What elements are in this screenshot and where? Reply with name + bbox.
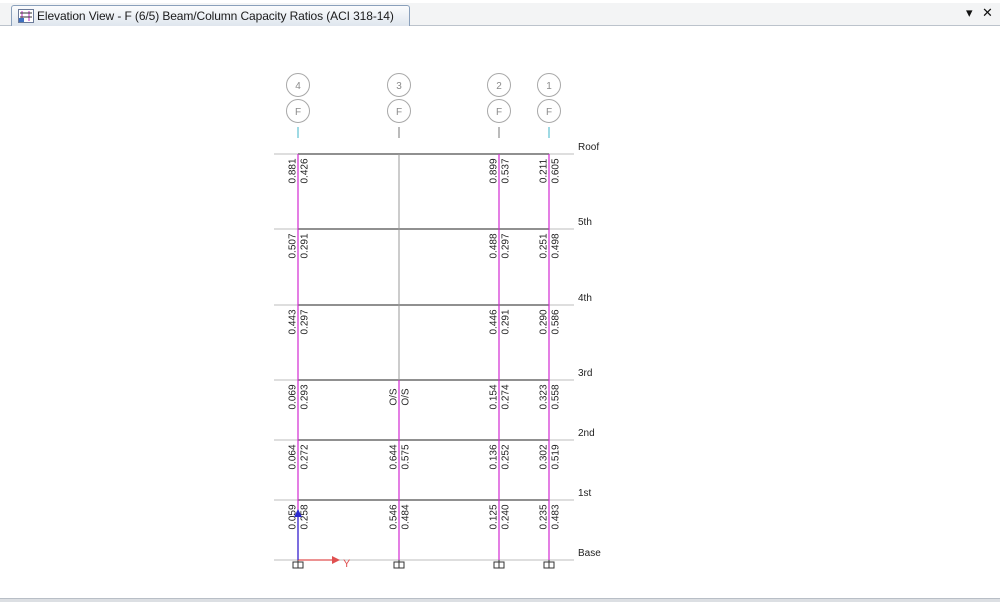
capacity-ratio-label: 0.290 [539, 309, 550, 334]
capacity-ratio-label: 0.297 [300, 309, 311, 334]
close-view-icon[interactable]: ✕ [982, 6, 993, 20]
capacity-ratio-label: 0.484 [401, 504, 412, 529]
capacity-ratio-label: 0.293 [300, 384, 311, 409]
story-label: 3rd [578, 368, 592, 379]
capacity-ratio-label: 0.272 [300, 444, 311, 469]
grid-label: 4 [295, 81, 301, 92]
view-menu-dropdown-icon[interactable]: ▾ [966, 6, 973, 20]
document-tab-bar: Elevation View - F (6/5) Beam/Column Cap… [0, 0, 1000, 26]
tab-title: Elevation View - F (6/5) Beam/Column Cap… [37, 9, 394, 23]
story-label: 4th [578, 293, 592, 304]
capacity-ratio-label: 0.136 [489, 444, 500, 469]
capacity-ratio-label: 0.064 [288, 444, 299, 469]
capacity-ratio-label: 0.507 [288, 233, 299, 258]
capacity-ratio-label: 0.252 [501, 444, 512, 469]
capacity-ratio-label: 0.251 [539, 233, 550, 258]
capacity-ratio-label: 0.537 [501, 158, 512, 183]
grid-label: 3 [396, 81, 402, 92]
capacity-ratio-label: 0.125 [489, 504, 500, 529]
capacity-ratio-label: 0.297 [501, 233, 512, 258]
capacity-ratio-label: 0.291 [501, 309, 512, 334]
capacity-ratio-label: 0.240 [501, 504, 512, 529]
capacity-ratio-label: 0.302 [539, 444, 550, 469]
capacity-ratio-label: 0.558 [551, 384, 562, 409]
story-label: 5th [578, 217, 592, 228]
capacity-ratio-label: 0.426 [300, 158, 311, 183]
capacity-ratio-label: 0.575 [401, 444, 412, 469]
capacity-ratio-label: 0.519 [551, 444, 562, 469]
story-label: 1st [578, 488, 592, 499]
elevation-canvas[interactable]: Roof 5th 4th 3rd 2nd 1st Base 4 F 3 F 2 F 1 F 0.881 0.42… [0, 26, 1000, 598]
capacity-ratio-label: 0.586 [551, 309, 562, 334]
y-axis-label: Y [343, 558, 351, 570]
capacity-ratio-label: 0.498 [551, 233, 562, 258]
capacity-ratio-label: 0.154 [489, 384, 500, 409]
capacity-ratio-label: 0.881 [288, 158, 299, 183]
capacity-ratio-label: 0.644 [389, 444, 400, 469]
capacity-ratio-label: 0.323 [539, 384, 550, 409]
capacity-ratio-label: 0.483 [551, 504, 562, 529]
capacity-ratio-label: 0.446 [489, 309, 500, 334]
capacity-ratio-label: 0.274 [501, 384, 512, 409]
tab-bar-highlight [0, 0, 1000, 3]
capacity-ratio-label: O/S [401, 388, 412, 406]
grid-label: 1 [546, 81, 552, 92]
capacity-ratio-label: 0.235 [539, 504, 550, 529]
grid-letter-label: F [496, 107, 502, 118]
elevation-view-icon [18, 9, 34, 23]
grid-label: 2 [496, 81, 502, 92]
capacity-ratio-label: 0.899 [489, 158, 500, 183]
grid-letter-label: F [295, 107, 301, 118]
story-label: Roof [578, 142, 599, 153]
capacity-ratio-label: 0.069 [288, 384, 299, 409]
grid-letter-label: F [546, 107, 552, 118]
story-label: Base [578, 548, 601, 559]
capacity-ratio-label: 0.546 [389, 504, 400, 529]
y-axis-arrow-icon [332, 556, 340, 564]
elevation-view-tab[interactable]: Elevation View - F (6/5) Beam/Column Cap… [11, 5, 410, 26]
capacity-ratio-label: 0.605 [551, 158, 562, 183]
grid-letter-label: F [396, 107, 402, 118]
capacity-ratio-label: 0.488 [489, 233, 500, 258]
capacity-ratio-label: 0.443 [288, 309, 299, 334]
story-label: 2nd [578, 428, 595, 439]
capacity-ratio-label: 0.291 [300, 233, 311, 258]
capacity-ratio-label: 0.211 [539, 158, 550, 183]
status-bar-edge [0, 598, 1000, 602]
capacity-ratio-label: O/S [389, 388, 400, 406]
